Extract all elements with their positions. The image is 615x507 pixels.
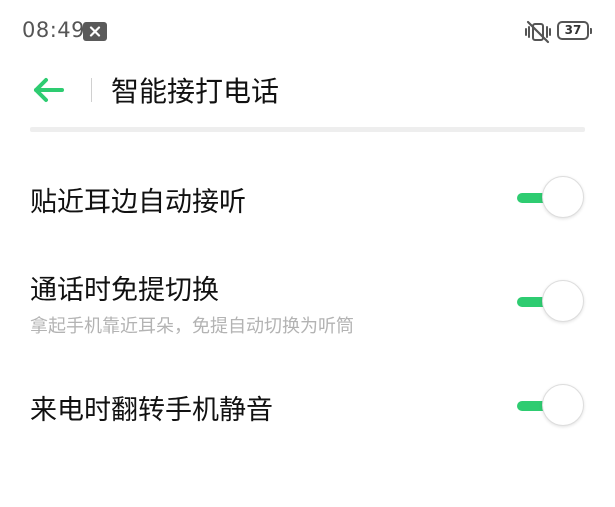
battery-icon: 37 bbox=[557, 21, 592, 40]
arrow-left-icon bbox=[34, 78, 64, 102]
setting-row-flip-mute[interactable]: 来电时翻转手机静音 bbox=[0, 368, 615, 448]
vibrate-muted-icon bbox=[524, 20, 552, 44]
setting-row-speaker-switch[interactable]: 通话时免提切换 拿起手机靠近耳朵，免提自动切换为听筒 bbox=[0, 250, 615, 350]
page-title: 智能接打电话 bbox=[111, 75, 280, 108]
header-divider bbox=[91, 78, 92, 102]
setting-label: 来电时翻转手机静音 bbox=[30, 395, 273, 426]
back-button[interactable] bbox=[30, 74, 70, 106]
setting-label: 通话时免提切换 bbox=[30, 275, 219, 306]
setting-description: 拿起手机靠近耳朵，免提自动切换为听筒 bbox=[30, 316, 354, 337]
header-underline bbox=[30, 127, 585, 132]
setting-row-auto-answer[interactable]: 贴近耳边自动接听 bbox=[0, 160, 615, 240]
flip-mute-toggle[interactable] bbox=[515, 384, 585, 428]
speaker-switch-toggle[interactable] bbox=[515, 280, 585, 324]
toggle-knob bbox=[542, 176, 584, 218]
toggle-knob bbox=[542, 280, 584, 322]
battery-level: 37 bbox=[564, 23, 582, 37]
toggle-knob bbox=[542, 384, 584, 426]
auto-answer-toggle[interactable] bbox=[515, 176, 585, 220]
header: 智能接打电话 bbox=[0, 64, 615, 120]
status-bar: 08:49 37 bbox=[0, 0, 615, 64]
status-time: 08:49 bbox=[22, 18, 86, 42]
notification-x-icon bbox=[83, 22, 107, 41]
setting-label: 贴近耳边自动接听 bbox=[30, 187, 246, 218]
